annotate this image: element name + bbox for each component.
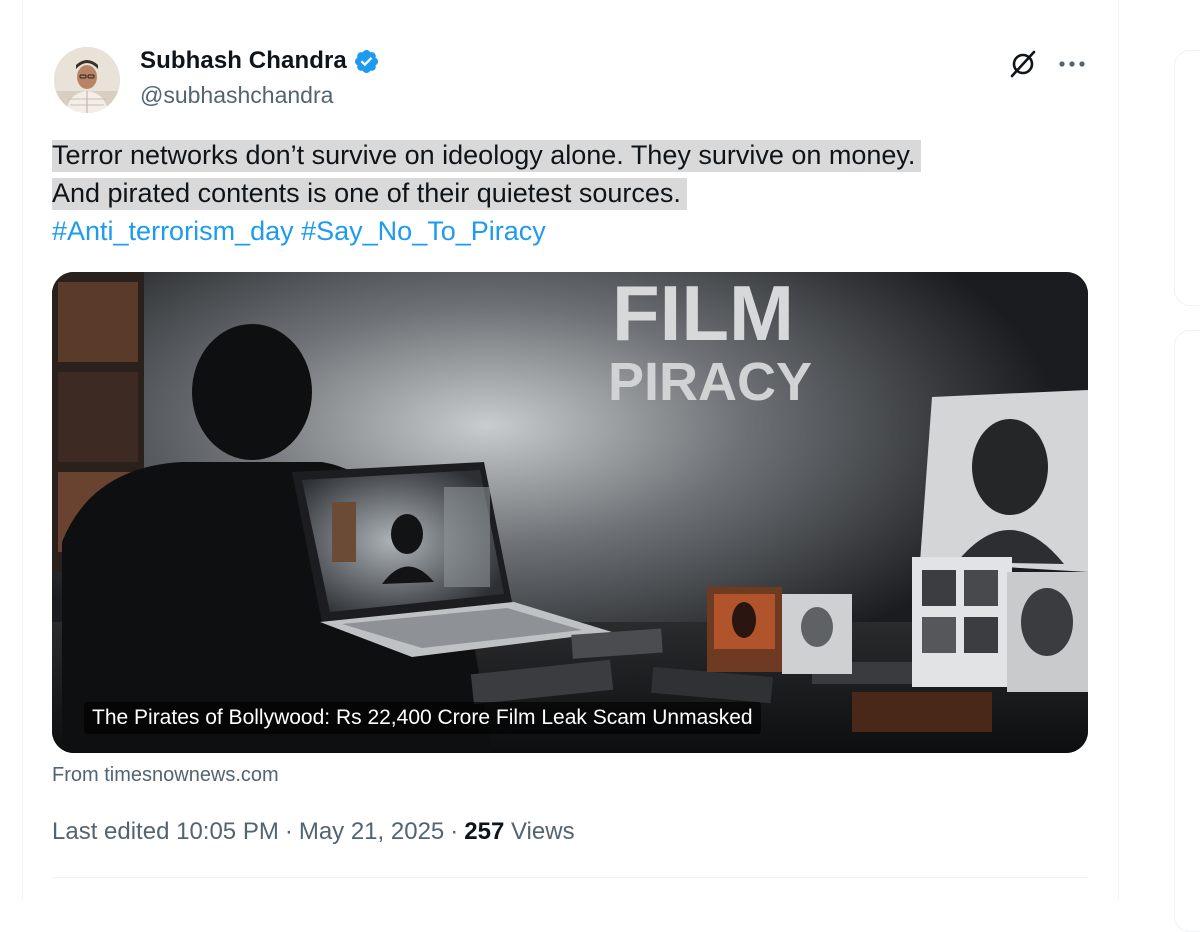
column-divider-left xyxy=(22,0,23,900)
hashtag-say-no-to-piracy[interactable]: #Say_No_To_Piracy xyxy=(301,216,546,246)
separator-dot: · xyxy=(284,818,293,845)
avatar-image xyxy=(54,47,120,113)
tweet-text: Terror networks don’t survive on ideolog… xyxy=(52,136,1092,250)
sidebar-card xyxy=(1174,50,1200,306)
image-text-piracy: PIRACY xyxy=(608,352,812,412)
link-card-image[interactable]: FILM PIRACY xyxy=(52,272,1088,753)
edited-label[interactable]: Last edited xyxy=(52,818,169,845)
tweet-text-line-1: Terror networks don’t survive on ideolog… xyxy=(52,140,922,172)
verified-badge-icon[interactable] xyxy=(353,48,380,75)
tweet-time[interactable]: 10:05 PM xyxy=(176,818,279,845)
avatar[interactable] xyxy=(54,47,120,113)
separator-dot: · xyxy=(450,818,459,845)
views-label: Views xyxy=(510,818,575,845)
views-count: 257 xyxy=(464,818,505,845)
more-icon[interactable] xyxy=(1054,47,1090,81)
grok-icon[interactable] xyxy=(1006,47,1040,81)
link-card-title[interactable]: The Pirates of Bollywood: Rs 22,400 Cror… xyxy=(84,702,761,734)
divider xyxy=(52,877,1088,878)
tweet-date[interactable]: May 21, 2025 xyxy=(299,818,444,845)
link-source[interactable]: From timesnownews.com xyxy=(52,764,279,787)
tweet-text-line-2: And pirated contents is one of their qui… xyxy=(52,178,687,210)
column-divider-right xyxy=(1118,0,1119,900)
sidebar-card xyxy=(1174,330,1200,932)
hashtag-anti-terrorism-day[interactable]: #Anti_terrorism_day xyxy=(52,216,294,246)
author-name[interactable]: Subhash Chandra xyxy=(140,47,347,75)
hashtag-list: #Anti_terrorism_day #Say_No_To_Piracy xyxy=(52,212,1092,250)
author-handle[interactable]: @subhashchandra xyxy=(140,82,333,109)
author-name-row[interactable]: Subhash Chandra xyxy=(140,47,380,75)
image-text-film: FILM xyxy=(612,272,794,357)
tweet-meta: Last edited 10:05 PM · May 21, 2025 · 257 Vi… xyxy=(52,818,575,846)
